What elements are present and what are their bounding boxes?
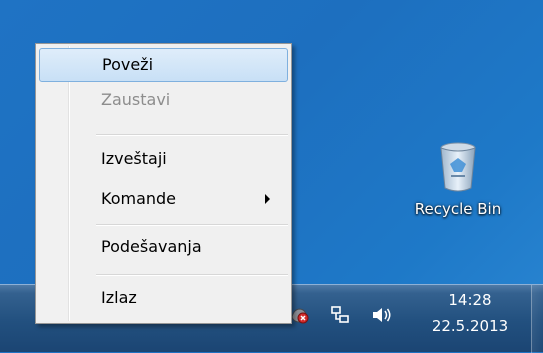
menu-item-izlaz[interactable]: Izlaz (39, 281, 288, 315)
menu-item-label: Zaustavi (101, 90, 171, 109)
recycle-bin-label: Recycle Bin (414, 200, 502, 218)
clock-date: 22.5.2013 (431, 317, 509, 335)
menu-item-zaustavi: Zaustavi (39, 83, 288, 117)
recycle-bin[interactable]: Recycle Bin (398, 140, 518, 240)
recycle-bin-icon (440, 142, 476, 192)
menu-item-label: Izveštaji (101, 149, 167, 168)
clock-time: 14:28 (448, 291, 492, 309)
menu-item-label: Komande (101, 189, 177, 208)
menu-separator (96, 134, 288, 136)
submenu-arrow-icon (265, 194, 270, 204)
menu-item-label: Izlaz (101, 288, 137, 307)
network-icon[interactable] (330, 305, 350, 329)
menu-item-label: Poveži (102, 55, 154, 74)
menu-separator (96, 224, 288, 226)
show-desktop-button[interactable] (531, 285, 543, 353)
menu-item-povezi[interactable]: Poveži (39, 48, 288, 82)
menu-item-podesavanja[interactable]: Podešavanja (39, 230, 288, 264)
menu-separator (96, 274, 288, 276)
menu-item-label: Podešavanja (101, 237, 202, 256)
volume-icon[interactable] (371, 306, 393, 328)
clock[interactable]: 14:28 22.5.2013 (415, 287, 525, 339)
menu-item-izvestaji[interactable]: Izveštaji (39, 142, 288, 176)
tray-context-menu: Poveži Zaustavi Izveštaji Komande Podeša… (35, 43, 292, 324)
menu-item-komande[interactable]: Komande (39, 182, 288, 216)
